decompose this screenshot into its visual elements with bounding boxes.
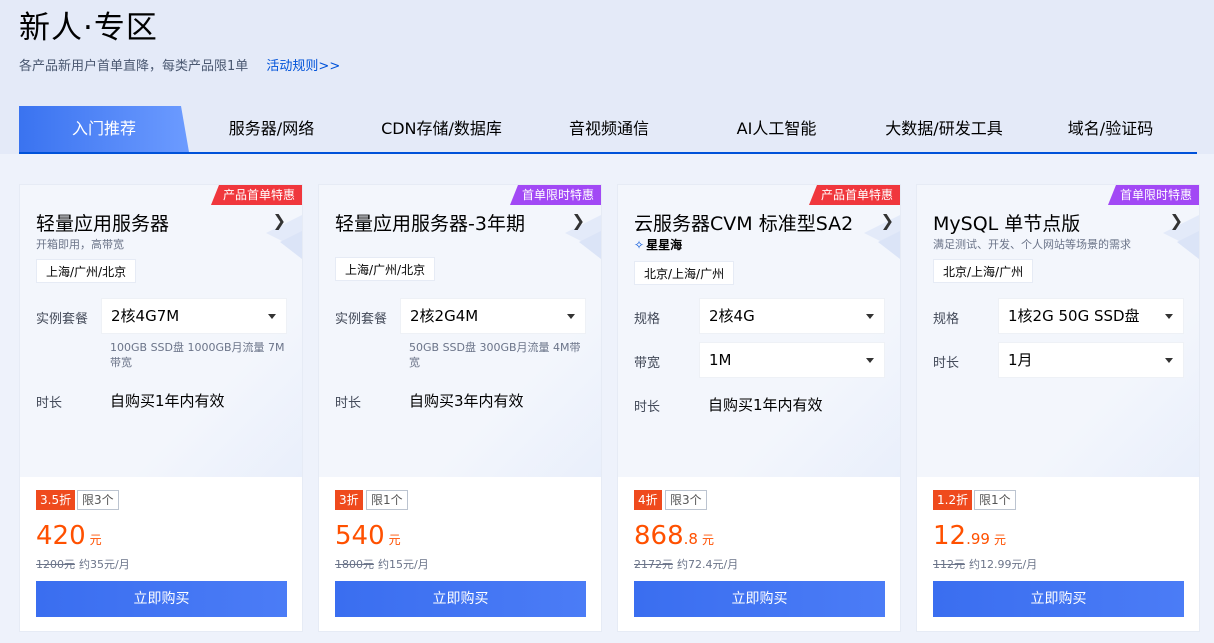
dropdown-arrow-icon <box>866 314 874 319</box>
promo-badge: 首单限时特惠 <box>1107 185 1199 205</box>
duration-label: 时长 <box>933 356 960 371</box>
category-tabs: 入门推荐 服务器/网络 CDN存储/数据库 音视频通信 AI人工智能 大数据/研… <box>19 106 1197 154</box>
spec-note: 100GB SSD盘 1000GB月流量 7M带宽 <box>110 341 285 369</box>
promo-badge: 产品首单特惠 <box>808 185 900 205</box>
duration-value: 自购买3年内有效 <box>409 392 524 410</box>
spec-select[interactable]: 2核4G7M <box>101 298 287 334</box>
original-price: 112元 约12.99元/月 <box>933 558 1038 571</box>
tab-domain[interactable]: 域名/验证码 <box>1024 106 1197 152</box>
chevron-right-icon[interactable]: ❯ <box>572 211 585 230</box>
limit-tag: 限1个 <box>974 490 1016 510</box>
discount-tag: 1.2折 <box>933 490 973 510</box>
dropdown-arrow-icon <box>1165 314 1173 319</box>
spec-label: 实例套餐 <box>36 312 89 327</box>
spec-select[interactable]: 2核4G <box>699 298 885 334</box>
spec-note: 50GB SSD盘 300GB月流量 4M带宽 <box>409 341 581 369</box>
spec-label: 实例套餐 <box>335 312 388 327</box>
product-title[interactable]: MySQL 单节点版 <box>933 209 1080 236</box>
dropdown-arrow-icon <box>567 314 575 319</box>
subtitle: 各产品新用户首单直降，每类产品限1单 活动规则>> <box>19 55 340 74</box>
product-card-mysql: 首单限时特惠 MySQL 单节点版 ❯ 满足测试、开发、个人网站等场景的需求 北… <box>916 184 1200 632</box>
duration-select[interactable]: 1月 <box>998 342 1184 378</box>
price: 540 元 <box>335 521 401 551</box>
spec-label: 规格 <box>634 312 661 327</box>
dropdown-arrow-icon <box>866 358 874 363</box>
discount-tag: 3.5折 <box>36 490 76 510</box>
chevron-right-icon[interactable]: ❯ <box>881 211 894 230</box>
buy-button[interactable]: 立即购买 <box>335 581 586 617</box>
spec-label: 规格 <box>933 312 960 327</box>
buy-button[interactable]: 立即购买 <box>933 581 1184 617</box>
bandwidth-select[interactable]: 1M <box>699 342 885 378</box>
promo-badge: 产品首单特惠 <box>210 185 302 205</box>
product-title[interactable]: 轻量应用服务器-3年期 <box>335 209 525 236</box>
original-price: 1200元 约35元/月 <box>36 558 130 571</box>
tab-ai[interactable]: AI人工智能 <box>689 106 864 152</box>
product-desc: 开箱即用，高带宽 <box>36 238 124 251</box>
dropdown-arrow-icon <box>1165 358 1173 363</box>
limit-tag: 限3个 <box>77 490 119 510</box>
price: 420 元 <box>36 521 102 551</box>
limit-tag: 限1个 <box>366 490 408 510</box>
duration-label: 时长 <box>36 396 63 411</box>
tab-av-communication[interactable]: 音视频通信 <box>529 106 689 152</box>
original-price: 2172元 约72.4元/月 <box>634 558 739 571</box>
dropdown-arrow-icon <box>268 314 276 319</box>
product-card-cvm: 产品首单特惠 云服务器CVM 标准型SA2 ❯ ✧ 星星海 北京/上海/广州 规格… <box>617 184 901 632</box>
duration-label: 时长 <box>335 396 362 411</box>
buy-button[interactable]: 立即购买 <box>36 581 287 617</box>
chevron-right-icon[interactable]: ❯ <box>273 211 286 230</box>
spec-select[interactable]: 1核2G 50G SSD盘 <box>998 298 1184 334</box>
discount-tag: 3折 <box>335 490 363 510</box>
spec-select[interactable]: 2核2G4M <box>400 298 586 334</box>
promo-badge: 首单限时特惠 <box>509 185 601 205</box>
price: 868.8 元 <box>634 521 714 551</box>
duration-value: 自购买1年内有效 <box>110 392 225 410</box>
chevron-right-icon[interactable]: ❯ <box>1170 211 1183 230</box>
product-card-lighthouse: 产品首单特惠 轻量应用服务器 ❯ 开箱即用，高带宽 上海/广州/北京 实例套餐 … <box>19 184 303 632</box>
tab-servers[interactable]: 服务器/网络 <box>189 106 354 152</box>
buy-button[interactable]: 立即购买 <box>634 581 885 617</box>
duration-value: 自购买1年内有效 <box>708 396 823 414</box>
price: 12.99 元 <box>933 521 1006 551</box>
star-logo-icon: ✧ <box>634 238 645 252</box>
region-tag: 北京/上海/广州 <box>933 259 1034 283</box>
product-desc: 满足测试、开发、个人网站等场景的需求 <box>933 238 1131 251</box>
region-tag: 上海/广州/北京 <box>36 259 137 283</box>
region-tag: 上海/广州/北京 <box>335 257 436 281</box>
page-title: 新人·专区 <box>19 10 158 46</box>
limit-tag: 限3个 <box>665 490 707 510</box>
original-price: 1800元 约15元/月 <box>335 558 429 571</box>
bandwidth-label: 带宽 <box>634 356 661 371</box>
tab-recommended[interactable]: 入门推荐 <box>19 106 189 152</box>
rules-link[interactable]: 活动规则>> <box>266 59 340 74</box>
brand-label: ✧ 星星海 <box>634 238 683 252</box>
region-tag: 北京/上海/广州 <box>634 261 735 285</box>
discount-tag: 4折 <box>634 490 662 510</box>
duration-label: 时长 <box>634 400 661 415</box>
tab-cdn-storage[interactable]: CDN存储/数据库 <box>354 106 529 152</box>
product-title[interactable]: 云服务器CVM 标准型SA2 <box>634 209 853 236</box>
subtitle-text: 各产品新用户首单直降，每类产品限1单 <box>19 59 249 74</box>
tab-bigdata[interactable]: 大数据/研发工具 <box>864 106 1024 152</box>
product-card-lighthouse-3yr: 首单限时特惠 轻量应用服务器-3年期 ❯ 上海/广州/北京 实例套餐 2核2G4… <box>318 184 602 632</box>
product-title[interactable]: 轻量应用服务器 <box>36 209 169 236</box>
